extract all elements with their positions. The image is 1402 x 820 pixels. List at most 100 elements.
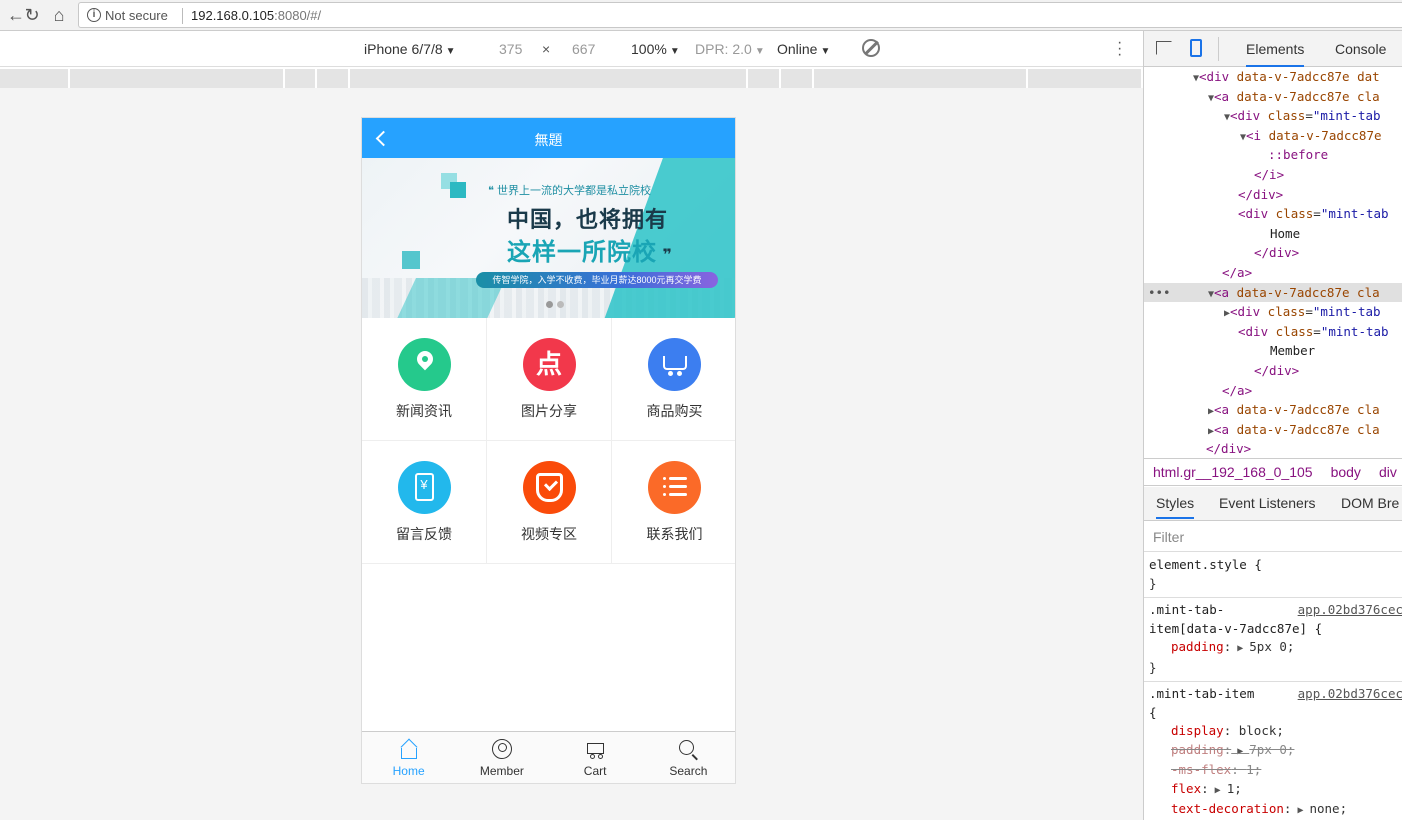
reload-icon[interactable]: ↻ (22, 5, 42, 25)
tab-console[interactable]: Console (1335, 41, 1386, 57)
style-property[interactable]: display: block; (1149, 722, 1398, 741)
tab-cart[interactable]: Cart (549, 732, 642, 783)
dom-node[interactable]: </div> (1144, 439, 1402, 459)
grid-item-feedback[interactable]: ¥ 留言反馈 (362, 441, 487, 564)
style-property[interactable]: text-decoration: ▶ none; (1149, 800, 1398, 820)
tab-member[interactable]: Member (455, 732, 548, 783)
tab-styles[interactable]: Styles (1156, 495, 1195, 519)
breadcrumb: html.gr__192_168_0_105 body div (1144, 458, 1402, 486)
app-header: 無題 (362, 118, 735, 158)
breadcrumb-item[interactable]: html.gr__192_168_0_105 (1153, 464, 1313, 480)
style-rule-element[interactable]: element.style { } (1144, 553, 1402, 598)
dom-node[interactable]: <div class="mint-tab (1144, 322, 1402, 342)
breadcrumb-item[interactable]: body (1331, 464, 1361, 480)
rule-open: { (1149, 704, 1157, 720)
dom-text-node[interactable]: Home (1144, 224, 1402, 244)
grid-label: 商品购买 (646, 403, 703, 419)
dom-node-selected[interactable]: ••• ▼<a data-v-7adcc87e cla (1144, 282, 1402, 303)
rule-source-link[interactable]: app.02bd376cec (1298, 601, 1402, 620)
grid-item-photos[interactable]: 点 图片分享 (487, 318, 612, 441)
home-icon[interactable]: ⌂ (49, 5, 69, 25)
grid-item-news[interactable]: 新闻资讯 (362, 318, 487, 441)
grid-label: 联系我们 (646, 526, 703, 542)
tab-label: Home (392, 764, 425, 778)
network-select[interactable]: Online ▼ (777, 41, 830, 57)
tab-search[interactable]: Search (642, 732, 735, 783)
style-property-overridden[interactable]: padding: ▶ 7px 0; (1149, 741, 1398, 762)
dom-node[interactable]: ▶<a data-v-7adcc87e cla (1144, 400, 1402, 420)
info-icon[interactable]: i (87, 8, 101, 22)
dom-node[interactable]: ▼<i data-v-7adcc87e (1144, 126, 1402, 146)
dom-text-node[interactable]: Member (1144, 341, 1402, 361)
browser-address-bar: ← ↻ ⌂ i Not secure 192.168.0.105:8080/#/ (0, 0, 1402, 31)
inspect-element-icon[interactable] (1156, 41, 1172, 55)
tab-dom-breakpoints[interactable]: DOM Bre (1341, 495, 1399, 511)
url-box[interactable]: i Not secure 192.168.0.105:8080/#/ (78, 2, 1402, 28)
dom-node[interactable]: ::before (1144, 145, 1402, 165)
dom-node[interactable]: </div> (1144, 185, 1402, 205)
dpr-select[interactable]: DPR: 2.0 ▼ (695, 41, 765, 57)
dom-node[interactable]: ▼<div data-v-7adcc87e dat (1144, 67, 1402, 87)
styles-subtabs: Styles Event Listeners DOM Bre (1144, 487, 1402, 521)
zoom-select[interactable]: 100% ▼ (631, 41, 680, 57)
banner-headline-1: 中国，也将拥有 (507, 207, 669, 232)
dom-node[interactable]: </i> (1144, 165, 1402, 185)
grid-item-video[interactable]: 视频专区 (487, 441, 612, 564)
grid-item-shop[interactable]: 商品购买 (612, 318, 735, 441)
rule-close: } (1149, 575, 1157, 591)
rule-source-link[interactable]: app.02bd376cec (1298, 685, 1402, 704)
rule-close: } (1149, 659, 1157, 675)
banner-square (402, 251, 420, 269)
nav-grid: 新闻资讯 点 图片分享 商品购买 ¥ 留言反馈 视频专区 联系我们 (362, 318, 735, 564)
style-property[interactable]: flex: ▶ 1; (1149, 780, 1398, 801)
tab-divider (1218, 37, 1219, 61)
dom-node[interactable]: ▶<a data-v-7adcc87e cla (1144, 420, 1402, 440)
shield-check-icon (522, 461, 576, 514)
dom-node[interactable]: ▼<div class="mint-tab (1144, 106, 1402, 126)
tab-home[interactable]: Home (362, 732, 455, 783)
tab-elements[interactable]: Elements (1246, 41, 1305, 67)
viewport-width[interactable]: 375 (499, 41, 522, 57)
swipe-dot[interactable] (557, 301, 564, 308)
dom-node[interactable]: </a> (1144, 381, 1402, 401)
rotate-icon[interactable] (862, 39, 880, 57)
breadcrumb-item[interactable]: div (1379, 464, 1397, 480)
cart-icon (584, 739, 606, 761)
dom-node[interactable]: </div> (1144, 361, 1402, 381)
style-rule[interactable]: app.02bd376cec .mint-tab- item[data-v-7a… (1144, 598, 1402, 682)
rule-selector: element.style { (1149, 557, 1262, 572)
dom-node[interactable]: ▼<a data-v-7adcc87e cla (1144, 87, 1402, 107)
dom-node[interactable]: </a> (1144, 263, 1402, 283)
styles-filter-input[interactable]: Filter (1144, 522, 1402, 552)
dian-icon: 点 (522, 338, 576, 391)
viewport-height[interactable]: 667 (572, 41, 595, 57)
tab-label: Search (669, 764, 708, 778)
devtools-tabbar: Elements Console (1144, 31, 1402, 67)
tab-event-listeners[interactable]: Event Listeners (1219, 495, 1316, 511)
search-icon (677, 739, 699, 761)
dom-node[interactable]: ▶<div class="mint-tab (1144, 302, 1402, 322)
banner-swipe[interactable]: ❝ 世界上一流的大学都是私立院校 中国，也将拥有 这样一所院校 ❞ 传智学院，入… (362, 158, 735, 318)
more-options-icon[interactable]: · · · (1117, 35, 1122, 63)
bottom-tabbar: Home Member Cart Search (362, 731, 735, 783)
grid-label: 视频专区 (521, 526, 577, 542)
device-select[interactable]: iPhone 6/7/8 ▼ (364, 41, 456, 57)
swipe-dot-active[interactable] (546, 301, 553, 308)
dom-node[interactable]: </div> (1144, 243, 1402, 263)
dom-node[interactable]: <div class="mint-tab (1144, 204, 1402, 224)
device-toggle-icon[interactable] (1190, 39, 1202, 57)
banner-square (450, 182, 466, 198)
location-pin-icon (397, 338, 451, 391)
mobile-viewport: 無題 ❝ 世界上一流的大学都是私立院校 中国，也将拥有 这样一所院校 ❞ 传智学… (361, 117, 736, 784)
security-label: Not secure (105, 8, 168, 23)
url-text[interactable]: 192.168.0.105:8080/#/ (191, 8, 321, 23)
grid-item-contact[interactable]: 联系我们 (612, 441, 735, 564)
member-icon (491, 739, 513, 761)
device-toolbar: iPhone 6/7/8 ▼ 375 × 667 100% ▼ DPR: 2.0 ▼ … (0, 31, 1143, 67)
tablet-yen-icon: ¥ (397, 461, 451, 514)
swipe-indicators (546, 295, 568, 313)
tab-label: Member (479, 764, 524, 778)
style-property[interactable]: padding: ▶ 5px 0; (1149, 638, 1398, 659)
style-property-overridden[interactable]: -ms-flex: 1; (1149, 761, 1398, 780)
style-rule[interactable]: app.02bd376cec .mint-tab-item { display:… (1144, 682, 1402, 820)
